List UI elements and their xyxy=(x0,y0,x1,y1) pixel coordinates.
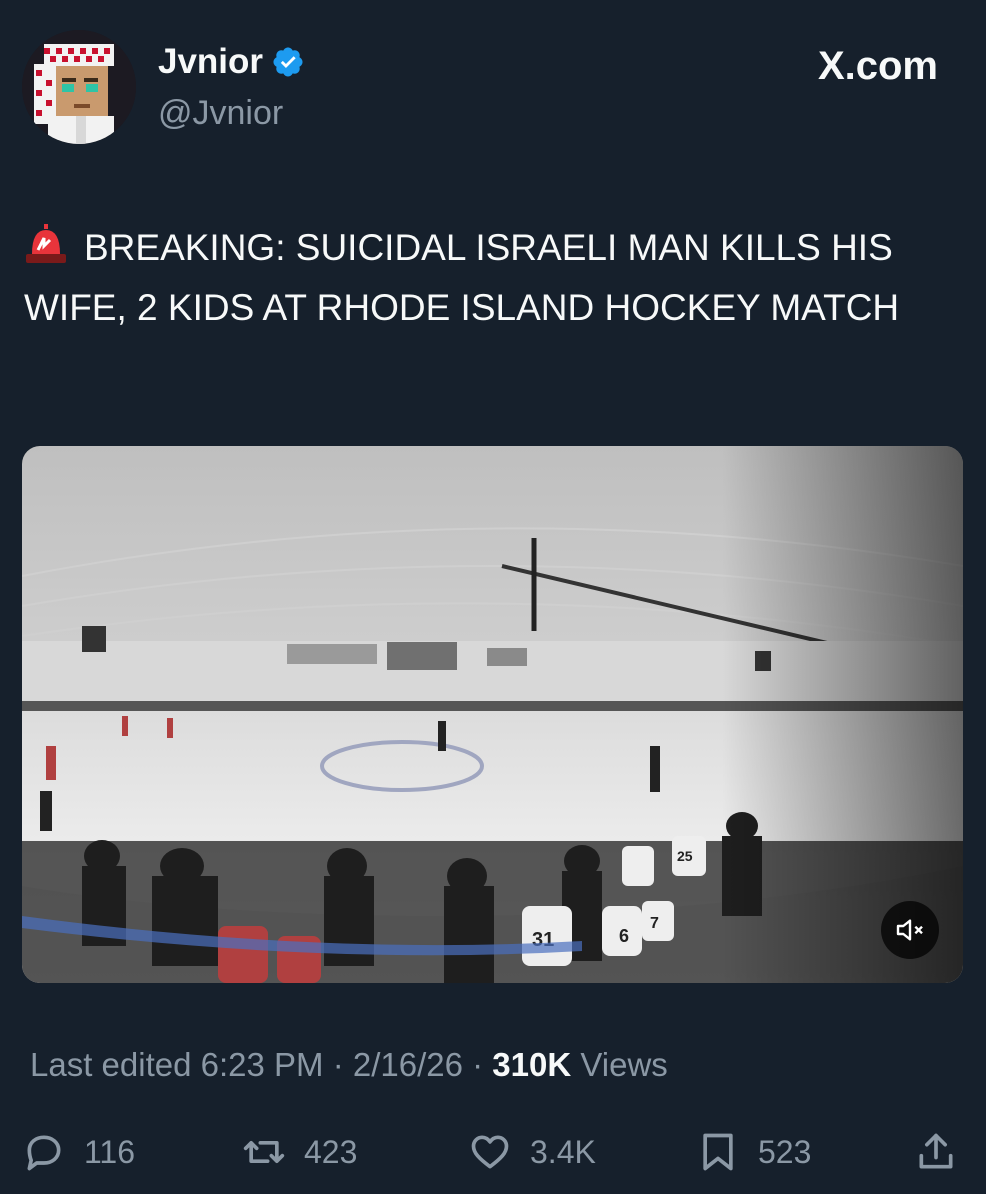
reply-button[interactable]: 116 xyxy=(22,1124,135,1180)
views-label: Views xyxy=(571,1046,668,1083)
repost-button[interactable]: 423 xyxy=(242,1124,357,1180)
bookmark-count: 523 xyxy=(758,1133,812,1170)
author-name-row[interactable]: Jvnior xyxy=(158,42,305,82)
tweet-meta: Last edited 6:23 PM · 2/16/26 · 310K Vie… xyxy=(30,1046,668,1084)
share-button[interactable] xyxy=(914,1124,958,1180)
author-display-name[interactable]: Jvnior xyxy=(158,42,263,82)
video-thumbnail[interactable]: 31 6 7 25 xyxy=(22,446,963,983)
pixel-avatar-icon xyxy=(22,30,136,144)
like-button[interactable]: 3.4K xyxy=(468,1124,596,1180)
verified-badge-icon xyxy=(273,47,303,77)
jersey-number: 6 xyxy=(619,926,629,946)
jersey-number: 25 xyxy=(677,848,693,864)
reply-count: 116 xyxy=(84,1133,136,1170)
site-label: X.com xyxy=(817,44,938,88)
reply-icon xyxy=(27,1135,61,1171)
tweet-text: BREAKING: SUICIDAL ISRAELI MAN KILLS HIS… xyxy=(24,218,954,338)
repost-icon xyxy=(243,1141,285,1163)
heart-icon xyxy=(471,1135,509,1169)
share-icon xyxy=(919,1133,953,1169)
siren-icon xyxy=(26,224,66,263)
hockey-rink-image: 31 6 7 25 xyxy=(22,446,963,983)
speaker-muted-icon xyxy=(896,919,923,941)
avatar[interactable] xyxy=(22,30,136,144)
bookmark-icon xyxy=(703,1133,733,1171)
bookmark-button[interactable]: 523 xyxy=(696,1124,811,1180)
mute-button[interactable] xyxy=(881,901,939,959)
author-handle[interactable]: @Jvnior xyxy=(158,94,283,133)
edited-timestamp[interactable]: Last edited 6:23 PM · 2/16/26 · xyxy=(30,1046,492,1083)
views-count: 310K xyxy=(492,1046,572,1083)
jersey-number: 7 xyxy=(650,915,659,932)
repost-count: 423 xyxy=(304,1133,358,1170)
action-bar: 116 423 3.4K 523 xyxy=(22,1124,966,1180)
tweet-body: BREAKING: SUICIDAL ISRAELI MAN KILLS HIS… xyxy=(24,227,900,328)
like-count: 3.4K xyxy=(530,1133,596,1170)
